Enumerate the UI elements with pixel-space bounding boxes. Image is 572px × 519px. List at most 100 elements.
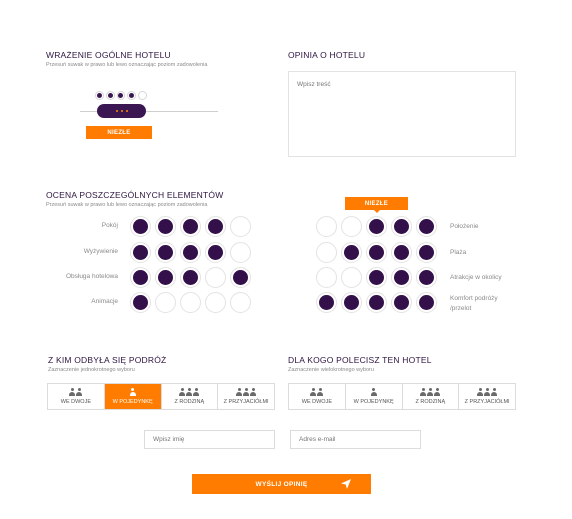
rating-dot[interactable] xyxy=(391,216,412,237)
rating-dot[interactable] xyxy=(391,292,412,313)
overall-rating-badge: NIEZŁE xyxy=(86,126,152,139)
choice-option[interactable]: Z RODZINĄ xyxy=(402,384,460,409)
rating-dot[interactable] xyxy=(155,292,176,313)
overall-title: WRAŻENIE OGÓLNE HOTELU xyxy=(46,50,171,60)
rating-dot[interactable] xyxy=(205,292,226,313)
rating-dot[interactable] xyxy=(130,267,151,288)
elements-title: OCENA POSZCZEGÓLNYCH ELEMENTÓW xyxy=(46,190,224,200)
overall-dot[interactable] xyxy=(138,90,147,100)
elements-subtitle: Przesuń suwak w prawo lub lewo oznaczają… xyxy=(46,202,208,208)
rating-dot[interactable] xyxy=(230,267,251,288)
choice-label: Z PRZYJACIÓŁMI xyxy=(223,399,269,405)
choice-label: Z RODZINĄ xyxy=(415,399,446,405)
rating-dot[interactable] xyxy=(366,267,387,288)
people-icon xyxy=(129,388,136,396)
people-icon xyxy=(477,388,498,396)
trip-section: Z KIM ODBYŁA SIĘ PODRÓŻ Zaznaczenie jedn… xyxy=(48,355,166,373)
choice-label: Z RODZINĄ xyxy=(174,399,205,405)
rating-dot[interactable] xyxy=(341,242,362,263)
rating-dot[interactable] xyxy=(155,267,176,288)
choice-label: WE DWOJE xyxy=(301,399,332,405)
rating-label: Plaża xyxy=(450,249,467,256)
people-icon xyxy=(236,388,257,396)
recommend-options: WE DWOJE W POJEDYNKĘ Z RODZINĄ Z PRZYJACIÓŁ… xyxy=(288,383,516,410)
rating-dot[interactable] xyxy=(316,292,337,313)
choice-option[interactable]: WE DWOJE xyxy=(48,384,105,409)
people-icon xyxy=(69,388,83,396)
rating-label: Wyżywienie xyxy=(83,248,118,255)
rating-dot[interactable] xyxy=(230,216,251,237)
rating-dot[interactable] xyxy=(416,242,437,263)
badge-pointer xyxy=(373,209,381,213)
recommend-title: DLA KOGO POLECISZ TEN HOTEL xyxy=(288,355,432,365)
people-icon xyxy=(179,388,200,396)
choice-option[interactable]: Z PRZYJACIÓŁMI xyxy=(459,384,515,409)
email-input[interactable] xyxy=(290,430,421,449)
people-icon xyxy=(420,388,441,396)
choice-option[interactable]: W POJEDYNKĘ xyxy=(345,384,403,409)
rating-dot[interactable] xyxy=(205,216,226,237)
rating-dot[interactable] xyxy=(130,292,151,313)
name-input[interactable] xyxy=(144,430,275,449)
rating-dot[interactable] xyxy=(391,267,412,288)
overall-section: WRAŻENIE OGÓLNE HOTELU Przesuń suwak w p… xyxy=(46,50,207,68)
rating-dot[interactable] xyxy=(366,242,387,263)
rating-dot[interactable] xyxy=(416,216,437,237)
rating-label: Pokój xyxy=(101,222,118,229)
overall-rating-dots xyxy=(95,89,147,101)
rating-label: Atrakcje w okolicy xyxy=(450,274,502,281)
trip-subtitle: Zaznaczenie jednokrotnego wyboru xyxy=(48,367,135,373)
overall-dot[interactable] xyxy=(105,90,115,100)
rating-dot[interactable] xyxy=(230,242,251,263)
rating-label: Komfort podróży /przelot xyxy=(450,295,498,312)
opinion-textarea[interactable] xyxy=(288,71,516,157)
rating-dot[interactable] xyxy=(366,216,387,237)
people-icon xyxy=(370,388,377,396)
rating-dot[interactable] xyxy=(416,267,437,288)
rating-dot[interactable] xyxy=(180,292,201,313)
rating-dot[interactable] xyxy=(341,267,362,288)
recommend-section: DLA KOGO POLECISZ TEN HOTEL Zaznaczenie … xyxy=(288,355,432,373)
opinion-section: OPINIA O HOTELU xyxy=(288,50,365,60)
recommend-subtitle: Zaznaczenie wielokrotnego wyboru xyxy=(288,367,374,373)
choice-option[interactable]: Z PRZYJACIÓŁMI xyxy=(218,384,274,409)
opinion-title: OPINIA O HOTELU xyxy=(288,50,366,60)
choice-label: W POJEDYNKĘ xyxy=(112,399,153,405)
rating-label: Położenie xyxy=(450,223,479,230)
rating-dot[interactable] xyxy=(205,242,226,263)
rating-label: Obsługa hotelowa xyxy=(65,273,118,280)
rating-dot[interactable] xyxy=(316,267,337,288)
choice-label: Z PRZYJACIÓŁMI xyxy=(464,399,510,405)
overall-dot[interactable] xyxy=(127,90,137,100)
rating-dot[interactable] xyxy=(130,216,151,237)
rating-dot[interactable] xyxy=(416,292,437,313)
rating-dot[interactable] xyxy=(155,216,176,237)
rating-dot[interactable] xyxy=(316,242,337,263)
rating-dot[interactable] xyxy=(366,292,387,313)
choice-option[interactable]: WE DWOJE xyxy=(289,384,346,409)
rating-dot[interactable] xyxy=(180,267,201,288)
rating-dot[interactable] xyxy=(155,242,176,263)
rating-dot[interactable] xyxy=(391,242,412,263)
overall-dot[interactable] xyxy=(116,90,126,100)
overall-dot[interactable] xyxy=(95,90,104,100)
rating-dot[interactable] xyxy=(341,216,362,237)
choice-option[interactable]: W POJEDYNKĘ xyxy=(104,384,162,409)
rating-dot[interactable] xyxy=(180,242,201,263)
overall-subtitle: Przesuń suwak w prawo lub lewo oznaczają… xyxy=(46,62,208,68)
choice-option[interactable]: Z RODZINĄ xyxy=(161,384,219,409)
rating-dot[interactable] xyxy=(341,292,362,313)
submit-button[interactable]: WYŚLIJ OPINIĘ xyxy=(192,474,371,494)
people-icon xyxy=(310,388,324,396)
rating-dot[interactable] xyxy=(130,242,151,263)
rating-dot[interactable] xyxy=(180,216,201,237)
trip-options: WE DWOJE W POJEDYNKĘ Z RODZINĄ Z PRZYJACIÓŁ… xyxy=(47,383,275,410)
choice-label: W POJEDYNKĘ xyxy=(353,399,394,405)
send-icon xyxy=(341,479,351,489)
rating-dot[interactable] xyxy=(230,292,251,313)
overall-slider-handle[interactable] xyxy=(97,104,146,118)
choice-label: WE DWOJE xyxy=(60,399,91,405)
trip-title: Z KIM ODBYŁA SIĘ PODRÓŻ xyxy=(48,355,167,365)
rating-dot[interactable] xyxy=(316,216,337,237)
rating-dot[interactable] xyxy=(205,267,226,288)
